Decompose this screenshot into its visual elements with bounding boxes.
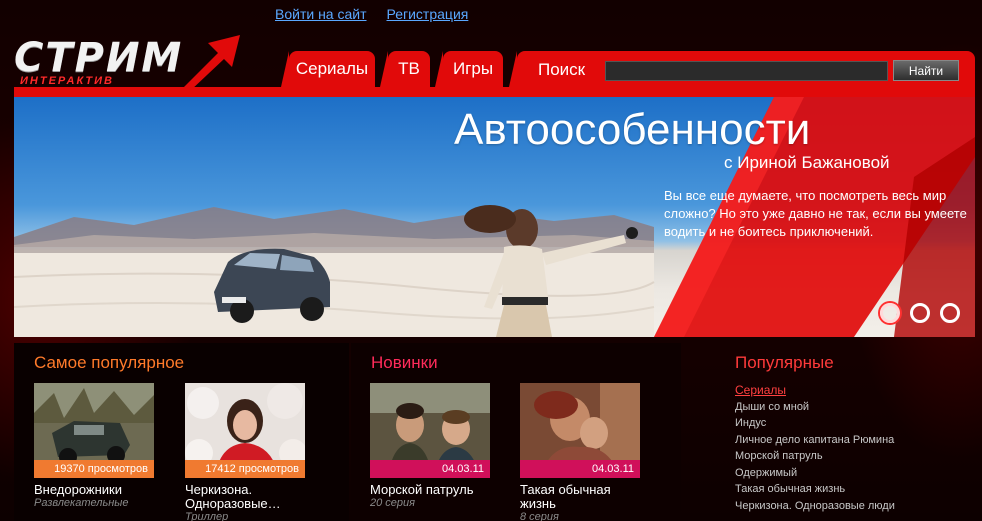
slider-dots: [880, 303, 960, 323]
banner-description: Вы все еще думаете, что посмотреть весь …: [664, 188, 967, 239]
most-popular-panel: Самое популярное 19370 просмотров Внедор…: [14, 343, 349, 521]
tab-games[interactable]: Игры: [435, 51, 503, 87]
search-button[interactable]: Найти: [893, 60, 959, 81]
banner-title: Автоособенности: [454, 105, 811, 154]
views-badge: 19370 просмотров: [34, 460, 154, 478]
popular-list: Сериалы Дыши со мной Индус Личное дело к…: [735, 382, 895, 514]
tab-tv-label: ТВ: [398, 59, 420, 78]
search-input[interactable]: [605, 61, 888, 81]
list-item[interactable]: Личное дело капитана Рюмина: [735, 432, 895, 449]
slider-dot-2[interactable]: [910, 303, 930, 323]
search-bar: Поиск Найти: [509, 51, 975, 87]
tab-serials-label: Сериалы: [295, 59, 369, 78]
video-card[interactable]: 19370 просмотров Внедорожники Развлекате…: [34, 383, 154, 509]
tab-tv[interactable]: ТВ: [380, 51, 430, 87]
video-genre: Триллер: [185, 511, 229, 521]
video-thumbnail[interactable]: 17412 просмотров: [185, 383, 305, 478]
list-item[interactable]: Одержимый: [735, 465, 895, 482]
video-thumbnail[interactable]: 04.03.11: [520, 383, 640, 478]
logo-arrow-icon: [184, 35, 240, 87]
list-item[interactable]: Черкизона. Одноразовые люди: [735, 498, 895, 515]
video-title[interactable]: Черкизона. Одноразовые…: [185, 483, 305, 511]
video-card[interactable]: 17412 просмотров Черкизона. Одноразовые……: [185, 383, 305, 521]
new-items-panel: Новинки 04.03.11 Морской патруль 20 сери…: [351, 343, 681, 521]
video-title[interactable]: Внедорожники: [34, 483, 154, 497]
list-item[interactable]: Такая обычная жизнь: [735, 481, 895, 498]
list-item[interactable]: Дыши со мной: [735, 399, 895, 416]
episode-label: 20 серия: [370, 497, 416, 509]
logo-subtext: ИНТЕРАКТИВ: [20, 75, 114, 87]
login-link[interactable]: Войти на сайт: [275, 6, 367, 22]
new-items-title: Новинки: [371, 353, 438, 372]
video-card[interactable]: 04.03.11 Морской патруль 20 серия: [370, 383, 490, 509]
episode-label: 8 серия: [520, 511, 559, 521]
views-badge: 17412 просмотров: [185, 460, 305, 478]
video-genre: Развлекательные: [34, 497, 129, 509]
slider-dot-1[interactable]: [880, 303, 900, 323]
search-label: Поиск: [538, 60, 586, 79]
date-badge: 04.03.11: [370, 460, 490, 478]
video-thumbnail[interactable]: 19370 просмотров: [34, 383, 154, 478]
video-title[interactable]: Такая обычная жизнь: [520, 483, 640, 511]
list-item[interactable]: Индус: [735, 415, 895, 432]
nav-bar-strip: [14, 87, 975, 97]
popular-list-title: Популярные: [735, 353, 834, 372]
slider-dot-3[interactable]: [940, 303, 960, 323]
video-thumbnail[interactable]: 04.03.11: [370, 383, 490, 478]
popular-list-panel: Популярные Сериалы Дыши со мной Индус Ли…: [683, 343, 975, 521]
site-logo[interactable]: СТРИМ ИНТЕРАКТИВ: [14, 33, 254, 95]
most-popular-title: Самое популярное: [34, 353, 185, 372]
date-badge: 04.03.11: [520, 460, 640, 478]
promo-banner[interactable]: Автоособенности с Ириной Бажановой Вы вс…: [14, 97, 975, 337]
tab-games-label: Игры: [452, 59, 494, 78]
video-card[interactable]: 04.03.11 Такая обычная жизнь 8 серия: [520, 383, 640, 521]
banner-subtitle: с Ириной Бажановой: [724, 153, 890, 172]
auth-links: Войти на сайт Регистрация: [275, 6, 468, 22]
video-title[interactable]: Морской патруль: [370, 483, 490, 497]
tab-serials[interactable]: Сериалы: [281, 51, 375, 87]
list-item[interactable]: Морской патруль: [735, 448, 895, 465]
popular-category-link[interactable]: Сериалы: [735, 382, 895, 399]
register-link[interactable]: Регистрация: [387, 6, 469, 22]
